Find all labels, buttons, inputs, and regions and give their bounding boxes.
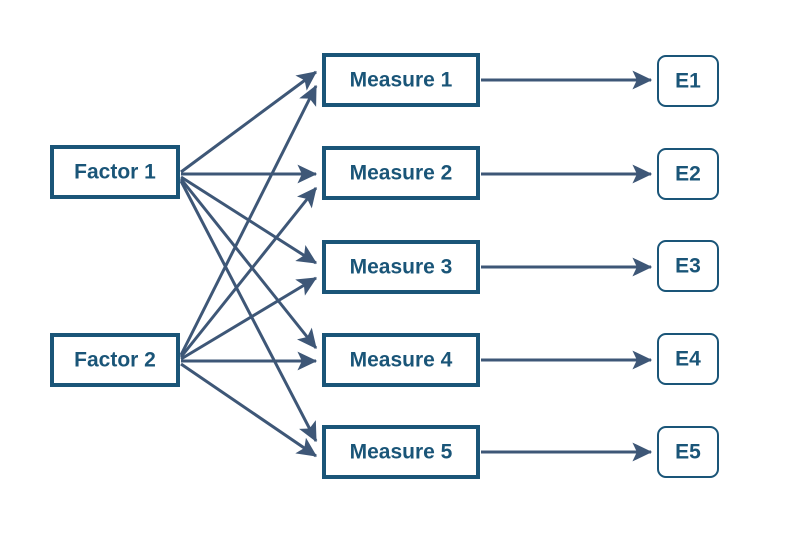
edge-factor1-to-measure1 [180, 70, 317, 174]
factor-node-factor1[interactable]: Factor 1 [50, 145, 180, 199]
error-node-e1[interactable]: E1 [657, 55, 719, 107]
error-node-e5[interactable]: E5 [657, 426, 719, 478]
error-label: E3 [675, 255, 701, 278]
error-label: E5 [675, 441, 701, 464]
diagram-svg: Factor 1 Factor 2 Measure 1 Measure 2 Measur… [50, 53, 719, 479]
error-node-e3[interactable]: E3 [657, 240, 719, 292]
measure-node-measure3[interactable]: Measure 3 [322, 240, 480, 294]
error-label: E2 [675, 163, 701, 186]
measure-label: Measure 2 [350, 162, 453, 185]
measure-label: Measure 1 [350, 69, 453, 92]
error-node-e2[interactable]: E2 [657, 148, 719, 200]
measure-node-measure1[interactable]: Measure 1 [322, 53, 480, 107]
factor-label: Factor 1 [74, 161, 156, 184]
edge-factor2-to-measure3 [180, 276, 318, 361]
error-node-e4[interactable]: E4 [657, 333, 719, 385]
edge-factor2-to-measure5 [180, 362, 317, 458]
measure-label: Measure 5 [350, 441, 453, 464]
error-label: E4 [675, 348, 701, 371]
measure-node-measure4[interactable]: Measure 4 [322, 333, 480, 387]
edge-factor1-to-measure4 [179, 178, 318, 349]
measure-label: Measure 3 [350, 256, 453, 279]
factor-node-factor2[interactable]: Factor 2 [50, 333, 180, 387]
measure-node-measure5[interactable]: Measure 5 [322, 425, 480, 479]
edge-factor2-to-measure2 [179, 187, 318, 358]
path-diagram-canvas: Factor 1 Factor 2 Measure 1 Measure 2 Measur… [0, 0, 800, 533]
error-label: E1 [675, 70, 701, 93]
factor-label: Factor 2 [74, 349, 156, 372]
measure-node-measure2[interactable]: Measure 2 [322, 146, 480, 200]
measure-label: Measure 4 [350, 349, 453, 372]
